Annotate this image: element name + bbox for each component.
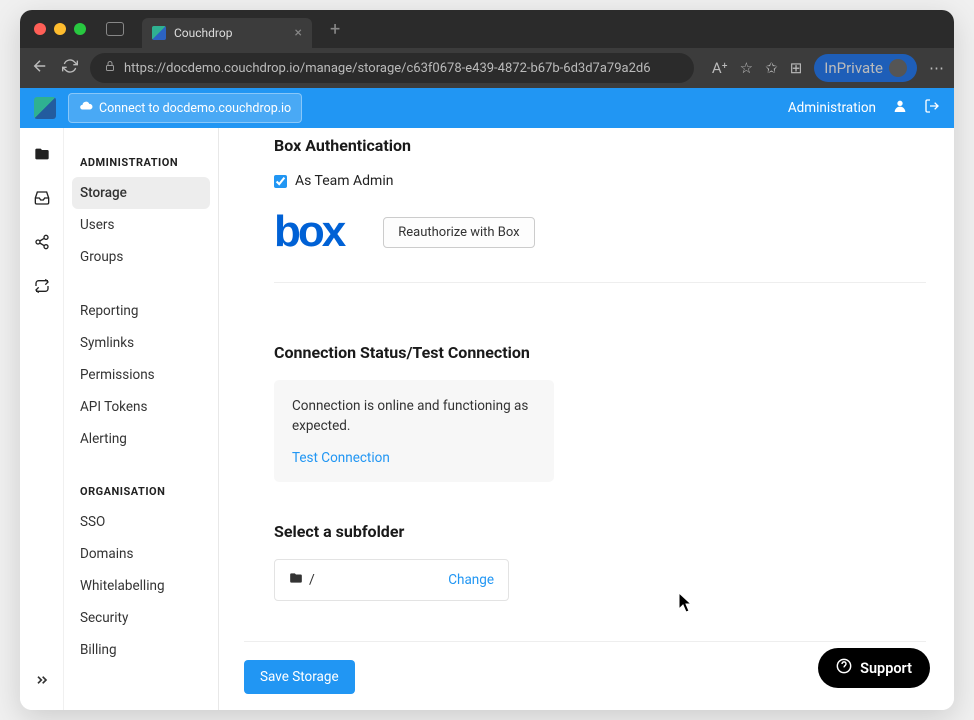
support-button[interactable]: Support (818, 648, 930, 688)
favorite-icon[interactable]: ☆ (740, 59, 753, 77)
sidebar-item-alerting[interactable]: Alerting (64, 423, 218, 455)
sidebar-item-whitelabelling[interactable]: Whitelabelling (64, 570, 218, 602)
administration-link[interactable]: Administration (788, 100, 876, 116)
subfolder-section: Select a subfolder / Change (274, 522, 926, 601)
lock-icon (104, 60, 116, 76)
nav-rail (20, 128, 64, 710)
sidebar-item-security[interactable]: Security (64, 602, 218, 634)
window-maximize-button[interactable] (74, 23, 86, 35)
profile-avatar-icon (889, 59, 907, 77)
user-icon[interactable] (892, 98, 908, 118)
main-content: Box Authentication As Team Admin box Rea… (219, 128, 954, 710)
box-logo-row: box Reauthorize with Box (274, 207, 926, 283)
sidebar-item-reporting[interactable]: Reporting (64, 295, 218, 327)
as-team-admin-checkbox[interactable] (274, 175, 287, 188)
sidebar: ADMINISTRATION Storage Users Groups Repo… (64, 128, 219, 710)
connect-label: Connect to docdemo.couchdrop.io (99, 101, 291, 116)
sidebar-item-symlinks[interactable]: Symlinks (64, 327, 218, 359)
inprivate-badge[interactable]: InPrivate (814, 54, 917, 82)
app-logo[interactable] (34, 97, 56, 119)
status-text: Connection is online and functioning as … (292, 396, 536, 437)
rail-inbox-icon[interactable] (32, 188, 52, 208)
rail-share-icon[interactable] (32, 232, 52, 252)
connect-button[interactable]: Connect to docdemo.couchdrop.io (68, 93, 302, 123)
inprivate-label: InPrivate (824, 59, 883, 77)
read-aloud-icon[interactable]: A⁺ (712, 59, 728, 77)
sidebar-item-api-tokens[interactable]: API Tokens (64, 391, 218, 423)
app-header: Connect to docdemo.couchdrop.io Administ… (20, 88, 954, 128)
sidebar-item-sso[interactable]: SSO (64, 506, 218, 538)
browser-window: Couchdrop × + https://docdemo.couchdrop.… (20, 10, 954, 710)
new-tab-button[interactable]: + (330, 19, 340, 40)
favorites-list-icon[interactable]: ✩ (765, 59, 778, 77)
app-body: ADMINISTRATION Storage Users Groups Repo… (20, 128, 954, 710)
box-logo: box (274, 207, 343, 257)
window-controls (34, 23, 86, 35)
team-admin-row: As Team Admin (274, 173, 926, 189)
header-right: Administration (788, 98, 940, 118)
tabs-overview-icon[interactable] (106, 22, 124, 36)
sidebar-heading-org: ORGANISATION (64, 477, 218, 506)
browser-actions: A⁺ ☆ ✩ ⊞ InPrivate ⋯ (712, 54, 944, 82)
connection-status-section: Connection Status/Test Connection Connec… (274, 343, 926, 482)
sidebar-item-permissions[interactable]: Permissions (64, 359, 218, 391)
connection-status-title: Connection Status/Test Connection (274, 343, 926, 362)
box-auth-title: Box Authentication (274, 136, 926, 155)
status-box: Connection is online and functioning as … (274, 380, 554, 482)
close-tab-icon[interactable]: × (295, 25, 302, 41)
refresh-button[interactable] (60, 58, 80, 78)
sidebar-item-users[interactable]: Users (64, 209, 218, 241)
change-folder-link[interactable]: Change (448, 572, 494, 588)
url-toolbar: https://docdemo.couchdrop.io/manage/stor… (20, 48, 954, 88)
subfolder-selector: / Change (274, 559, 509, 601)
back-button[interactable] (30, 57, 50, 79)
rail-sync-icon[interactable] (32, 276, 52, 296)
tab-title: Couchdrop (174, 26, 232, 40)
sidebar-item-billing[interactable]: Billing (64, 634, 218, 666)
test-connection-link[interactable]: Test Connection (292, 450, 390, 466)
rail-files-icon[interactable] (32, 144, 52, 164)
save-storage-button[interactable]: Save Storage (244, 660, 355, 694)
rail-expand-button[interactable] (34, 672, 50, 692)
sidebar-item-storage[interactable]: Storage (72, 177, 210, 209)
box-auth-section: Box Authentication As Team Admin box Rea… (274, 136, 926, 283)
url-text: https://docdemo.couchdrop.io/manage/stor… (124, 61, 680, 76)
sidebar-heading-admin: ADMINISTRATION (64, 148, 218, 177)
address-bar[interactable]: https://docdemo.couchdrop.io/manage/stor… (90, 53, 694, 83)
browser-tab[interactable]: Couchdrop × (142, 18, 312, 48)
titlebar: Couchdrop × + (20, 10, 954, 48)
folder-icon (289, 571, 303, 589)
folder-path: / (289, 571, 448, 589)
support-label: Support (860, 660, 912, 677)
help-icon (836, 658, 852, 678)
logout-icon[interactable] (924, 98, 940, 118)
sidebar-item-domains[interactable]: Domains (64, 538, 218, 570)
as-team-admin-label: As Team Admin (295, 173, 393, 189)
folder-path-text: / (309, 572, 315, 588)
window-minimize-button[interactable] (54, 23, 66, 35)
subfolder-title: Select a subfolder (274, 522, 926, 541)
reauthorize-button[interactable]: Reauthorize with Box (383, 217, 534, 248)
tab-favicon (152, 26, 166, 40)
cloud-icon (79, 99, 93, 117)
window-close-button[interactable] (34, 23, 46, 35)
more-menu-icon[interactable]: ⋯ (929, 59, 944, 77)
sidebar-item-groups[interactable]: Groups (64, 241, 218, 273)
collections-icon[interactable]: ⊞ (790, 59, 803, 77)
